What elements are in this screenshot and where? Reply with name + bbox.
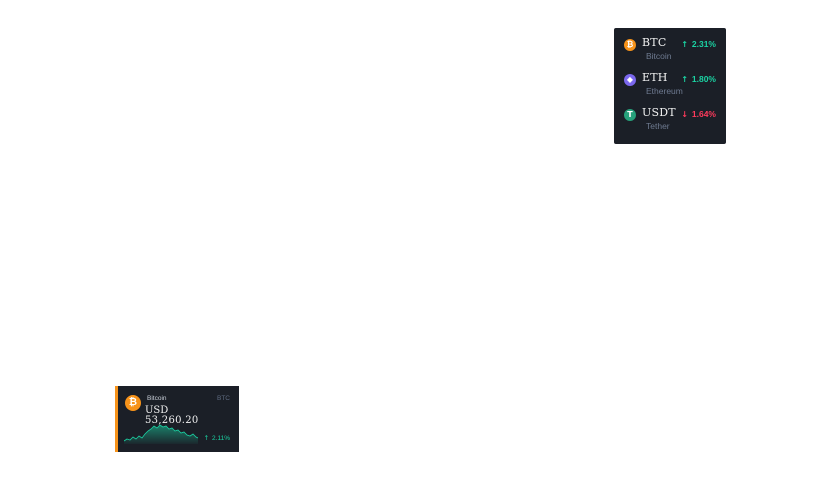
coin-row-ethereum[interactable]: ◆ ETH Ethereum ↑ 1.80%	[614, 71, 726, 105]
coin-change: ↑ 1.80%	[681, 74, 716, 84]
coin-name: Bitcoin	[147, 395, 167, 402]
coin-ticker: ETH	[642, 71, 668, 84]
coin-change: ↑ 2.11%	[203, 434, 230, 442]
coin-ticker: BTC	[642, 36, 667, 49]
bitcoin-icon: ₿	[624, 39, 636, 51]
coin-ticker: BTC	[217, 395, 230, 402]
bitcoin-price-card[interactable]: ₿ Bitcoin BTC USD 53,260.20 ↑ 2.11%	[115, 386, 239, 452]
coin-price: 53,260.20	[145, 415, 199, 426]
arrow-up-icon: ↑	[681, 40, 688, 49]
coin-row-bitcoin[interactable]: ₿ BTC Bitcoin ↑ 2.31%	[614, 36, 726, 70]
arrow-down-icon: ↓	[681, 110, 688, 119]
coin-name: Bitcoin	[646, 51, 672, 61]
ethereum-icon: ◆	[624, 74, 636, 86]
coin-ticker: USDT	[642, 106, 676, 119]
crypto-list-widget: ₿ BTC Bitcoin ↑ 2.31% ◆ ETH Ethereum ↑ 1.8…	[614, 28, 726, 144]
arrow-up-icon: ↑	[681, 75, 688, 84]
coin-change: ↑ 2.31%	[681, 39, 716, 49]
bitcoin-icon: ₿	[125, 395, 141, 411]
coin-name: Ethereum	[646, 86, 683, 96]
coin-name: Tether	[646, 121, 670, 131]
coin-row-tether[interactable]: T USDT Tether ↓ 1.64%	[614, 106, 726, 140]
tether-icon: T	[624, 109, 636, 121]
arrow-up-icon: ↑	[203, 434, 210, 442]
coin-change: ↓ 1.64%	[681, 109, 716, 119]
